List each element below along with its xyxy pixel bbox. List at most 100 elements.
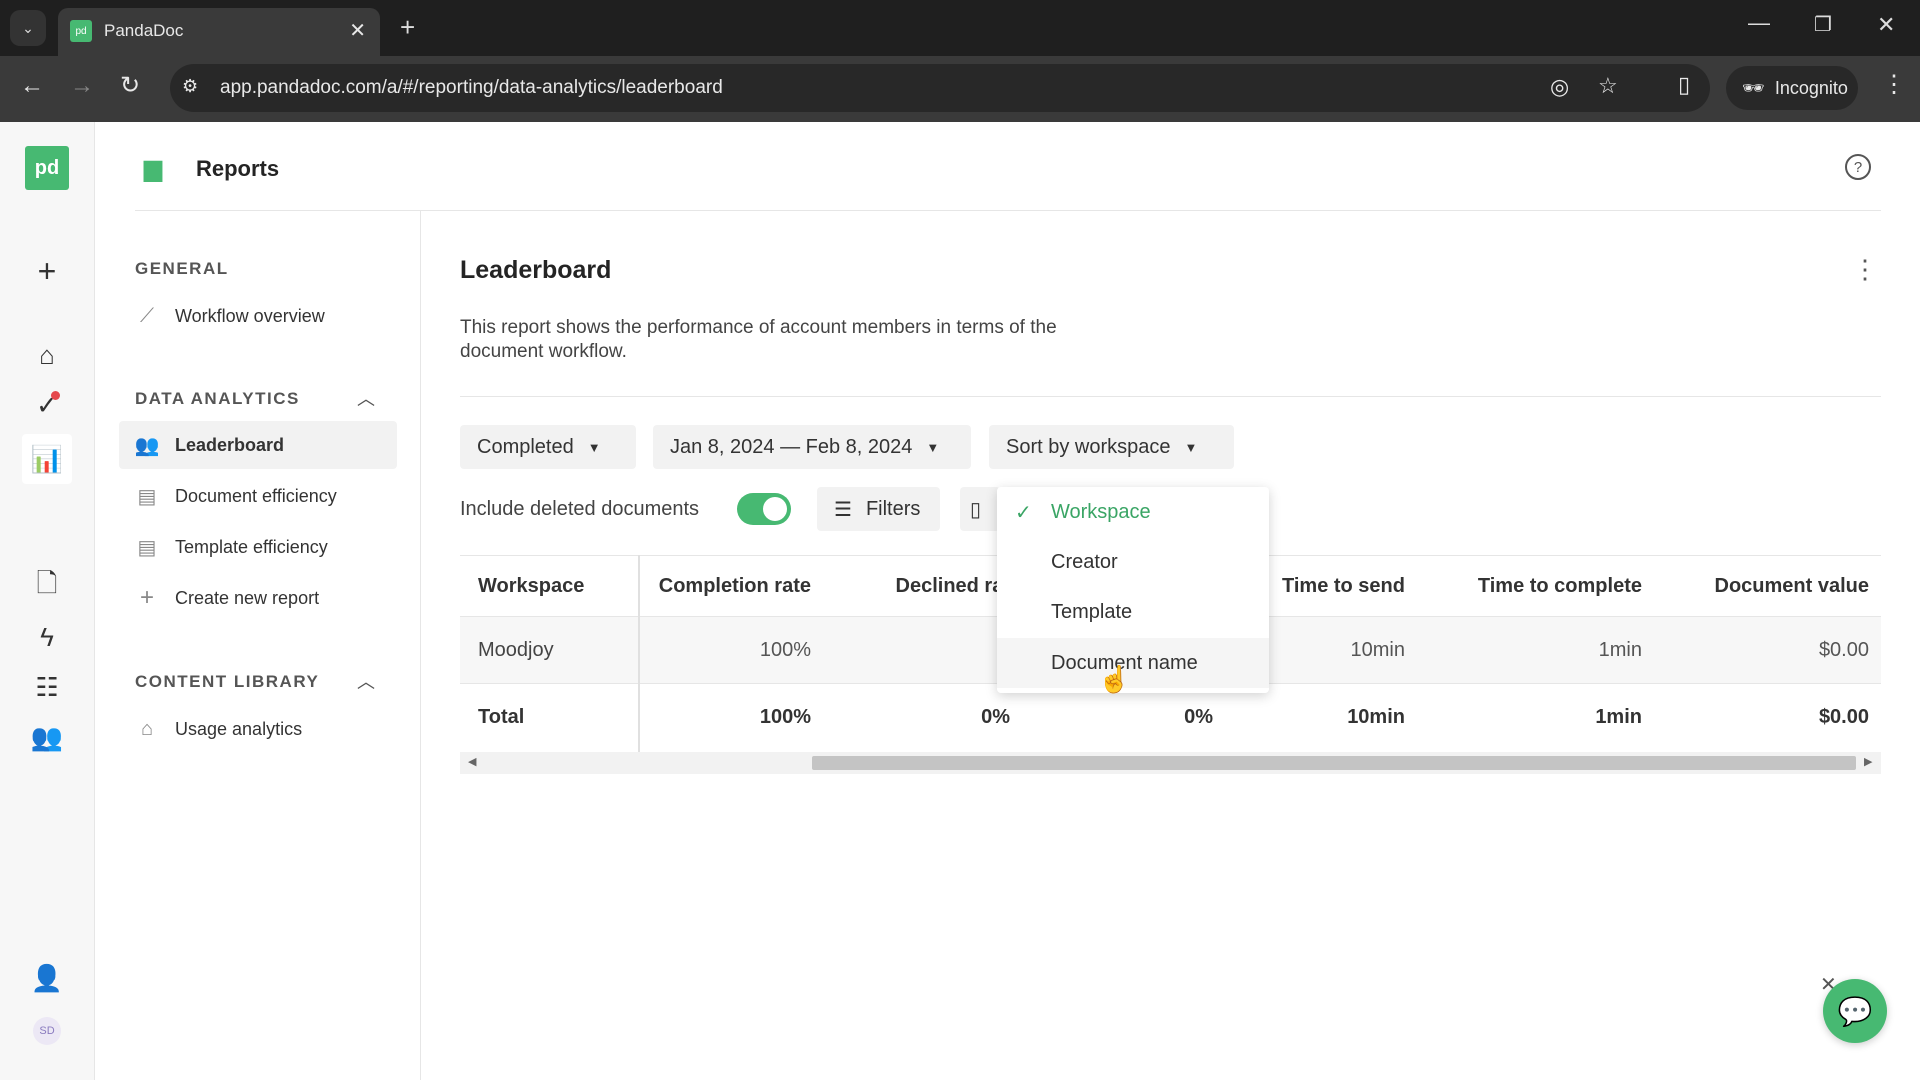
app-rail: pd + ⌂ ✓ 📊 🗋 ϟ ☷ 👥 👤 SD (0, 122, 95, 1080)
side-panel-icon[interactable]: ▯ (1678, 72, 1690, 98)
back-icon[interactable]: ← (20, 72, 44, 100)
caret-down-icon: ▼ (1184, 439, 1198, 455)
include-deleted-label: Include deleted documents (460, 498, 700, 520)
report-title: Leaderboard (460, 256, 612, 284)
sidebar-item-template-efficiency[interactable]: ▤ Template efficiency (119, 523, 397, 571)
home-icon[interactable]: ⌂ (27, 335, 67, 375)
collapse-data-analytics-icon[interactable]: ︿ (357, 385, 375, 411)
automation-bolt-icon[interactable]: ϟ (27, 617, 67, 657)
create-plus-icon[interactable]: + (27, 251, 67, 291)
include-deleted-toggle[interactable] (737, 493, 791, 525)
close-window-icon[interactable]: ✕ (1877, 12, 1895, 38)
caret-down-icon: ▼ (926, 439, 940, 455)
sort-option-label: Creator (1051, 550, 1118, 573)
scroll-left-icon[interactable]: ◀ (468, 755, 476, 768)
close-tab-icon[interactable]: ✕ (349, 18, 366, 43)
reports-sidebar: GENERAL ⟋ Workflow overview DATA ANALYTIC… (95, 211, 421, 1080)
total-cell: 100% (759, 706, 811, 728)
tab-title: PandaDoc (104, 21, 184, 40)
scrollbar-thumb[interactable] (812, 756, 1856, 770)
section-general: GENERAL (135, 259, 229, 278)
column-header[interactable]: Workspace (460, 555, 638, 617)
eye-off-icon[interactable]: ◎ (1550, 74, 1569, 100)
sort-option-creator[interactable]: Creator (997, 537, 1269, 587)
templates-icon[interactable]: ☷ (27, 667, 67, 707)
forward-icon[interactable]: → (70, 72, 94, 100)
column-header[interactable]: Document value (1654, 555, 1881, 617)
pandadoc-favicon-icon: pd (70, 20, 92, 42)
sidebar-item-document-efficiency[interactable]: ▤ Document efficiency (119, 472, 397, 520)
description-line: This report shows the performance of acc… (460, 317, 1057, 338)
divider (460, 396, 1881, 397)
sort-by-menu: ✓ Workspace Creator Template Document nam… (997, 487, 1269, 693)
page-header: ▆ Reports ? (95, 122, 1920, 211)
sidebar-item-leaderboard[interactable]: 👥 Leaderboard (119, 421, 397, 469)
filters-button[interactable]: ☰ Filters (817, 487, 940, 531)
reload-icon[interactable]: ↻ (120, 71, 140, 100)
more-options-icon[interactable]: ⋮ (1852, 254, 1878, 285)
mouse-cursor-hand-icon: ☝ (1098, 664, 1131, 694)
section-data-analytics: DATA ANALYTICS (135, 389, 300, 408)
site-settings-icon[interactable]: ⚙ (182, 76, 198, 97)
sort-option-workspace[interactable]: ✓ Workspace (997, 487, 1269, 537)
restore-icon[interactable]: ❐ (1814, 12, 1832, 37)
sidebar-item-label: Leaderboard (175, 434, 285, 455)
minimize-icon[interactable]: — (1748, 10, 1770, 36)
sidebar-item-workflow-overview[interactable]: ⟋ Workflow overview (119, 292, 397, 340)
browser-menu-icon[interactable]: ⋮ (1882, 70, 1906, 99)
usage-shapes-icon: ⌂ (140, 717, 154, 740)
column-header[interactable]: Time to complete (1417, 555, 1654, 617)
add-user-icon[interactable]: 👤 (27, 958, 67, 998)
reports-icon[interactable]: 📊 (22, 434, 72, 484)
help-icon[interactable]: ? (1845, 154, 1871, 180)
create-new-report-link[interactable]: + Create new report (119, 574, 397, 622)
columns-icon: ▯ (970, 498, 982, 521)
status-filter-value: Completed (477, 435, 574, 458)
contacts-icon[interactable]: 👥 (27, 717, 67, 757)
collapse-content-library-icon[interactable]: ︿ (357, 668, 375, 694)
filter-lines-icon: ☰ (834, 498, 852, 521)
column-header[interactable]: Declined rat (823, 555, 1022, 617)
column-header[interactable]: Completion rate (638, 555, 823, 617)
section-content-library: CONTENT LIBRARY (135, 672, 320, 691)
sidebar-item-usage-analytics[interactable]: ⌂ Usage analytics (119, 705, 397, 753)
sort-option-label: Workspace (1051, 500, 1151, 523)
plus-icon: + (139, 584, 154, 611)
documents-icon[interactable]: 🗋 (27, 567, 67, 607)
sort-option-template[interactable]: Template (997, 587, 1269, 637)
address-bar-row: ← → ↻ ⚙ app.pandadoc.com/a/#/reporting/d… (0, 56, 1920, 122)
table-icon: ▤ (137, 485, 157, 508)
incognito-badge[interactable]: 🕶 Incognito (1726, 66, 1858, 110)
user-avatar[interactable]: SD (33, 1017, 61, 1045)
sort-option-document-name[interactable]: Document name (997, 638, 1269, 688)
horizontal-scrollbar[interactable]: ◀ ▶ (460, 752, 1881, 774)
checkmark-icon: ✓ (1015, 501, 1032, 524)
notification-dot (51, 391, 60, 400)
chat-bubble-icon[interactable]: 💬 (1823, 979, 1887, 1043)
total-cell: $0.00 (1818, 706, 1869, 728)
scroll-right-icon[interactable]: ▶ (1864, 755, 1872, 768)
reports-bar-chart-icon: ▆ (143, 154, 163, 182)
pandadoc-logo[interactable]: pd (25, 146, 69, 190)
status-filter-dropdown[interactable]: Completed ▼ (460, 425, 636, 469)
sidebar-item-label: Create new report (175, 587, 320, 608)
tab-list-chevron-icon[interactable]: ⌄ (10, 10, 46, 46)
table-cell: $0.00 (1818, 638, 1869, 661)
date-range-dropdown[interactable]: Jan 8, 2024 — Feb 8, 2024 ▼ (653, 425, 971, 469)
url-field[interactable]: ⚙ app.pandadoc.com/a/#/reporting/data-an… (170, 64, 1710, 112)
sort-by-dropdown[interactable]: Sort by workspace ▼ (989, 425, 1234, 469)
browser-tab-bar: ⌄ pd PandaDoc ✕ + — ❐ ✕ (0, 0, 1920, 56)
description-line: document workflow. (460, 341, 627, 362)
tasks-check-icon[interactable]: ✓ (27, 385, 67, 425)
header-title: Reports (196, 156, 280, 181)
columns-button[interactable]: ▯ (960, 487, 1000, 531)
url-text: app.pandadoc.com/a/#/reporting/data-anal… (220, 77, 723, 98)
report-description: This report shows the performance of acc… (460, 316, 1057, 364)
table-cell: 0 (823, 617, 1022, 683)
table-cell: 1min (1598, 638, 1642, 661)
sidebar-item-label: Template efficiency (175, 536, 328, 557)
caret-down-icon: ▼ (587, 439, 601, 455)
browser-tab[interactable]: pd PandaDoc ✕ (58, 8, 380, 56)
new-tab-icon[interactable]: + (400, 12, 415, 43)
bookmark-star-icon[interactable]: ☆ (1598, 73, 1618, 99)
